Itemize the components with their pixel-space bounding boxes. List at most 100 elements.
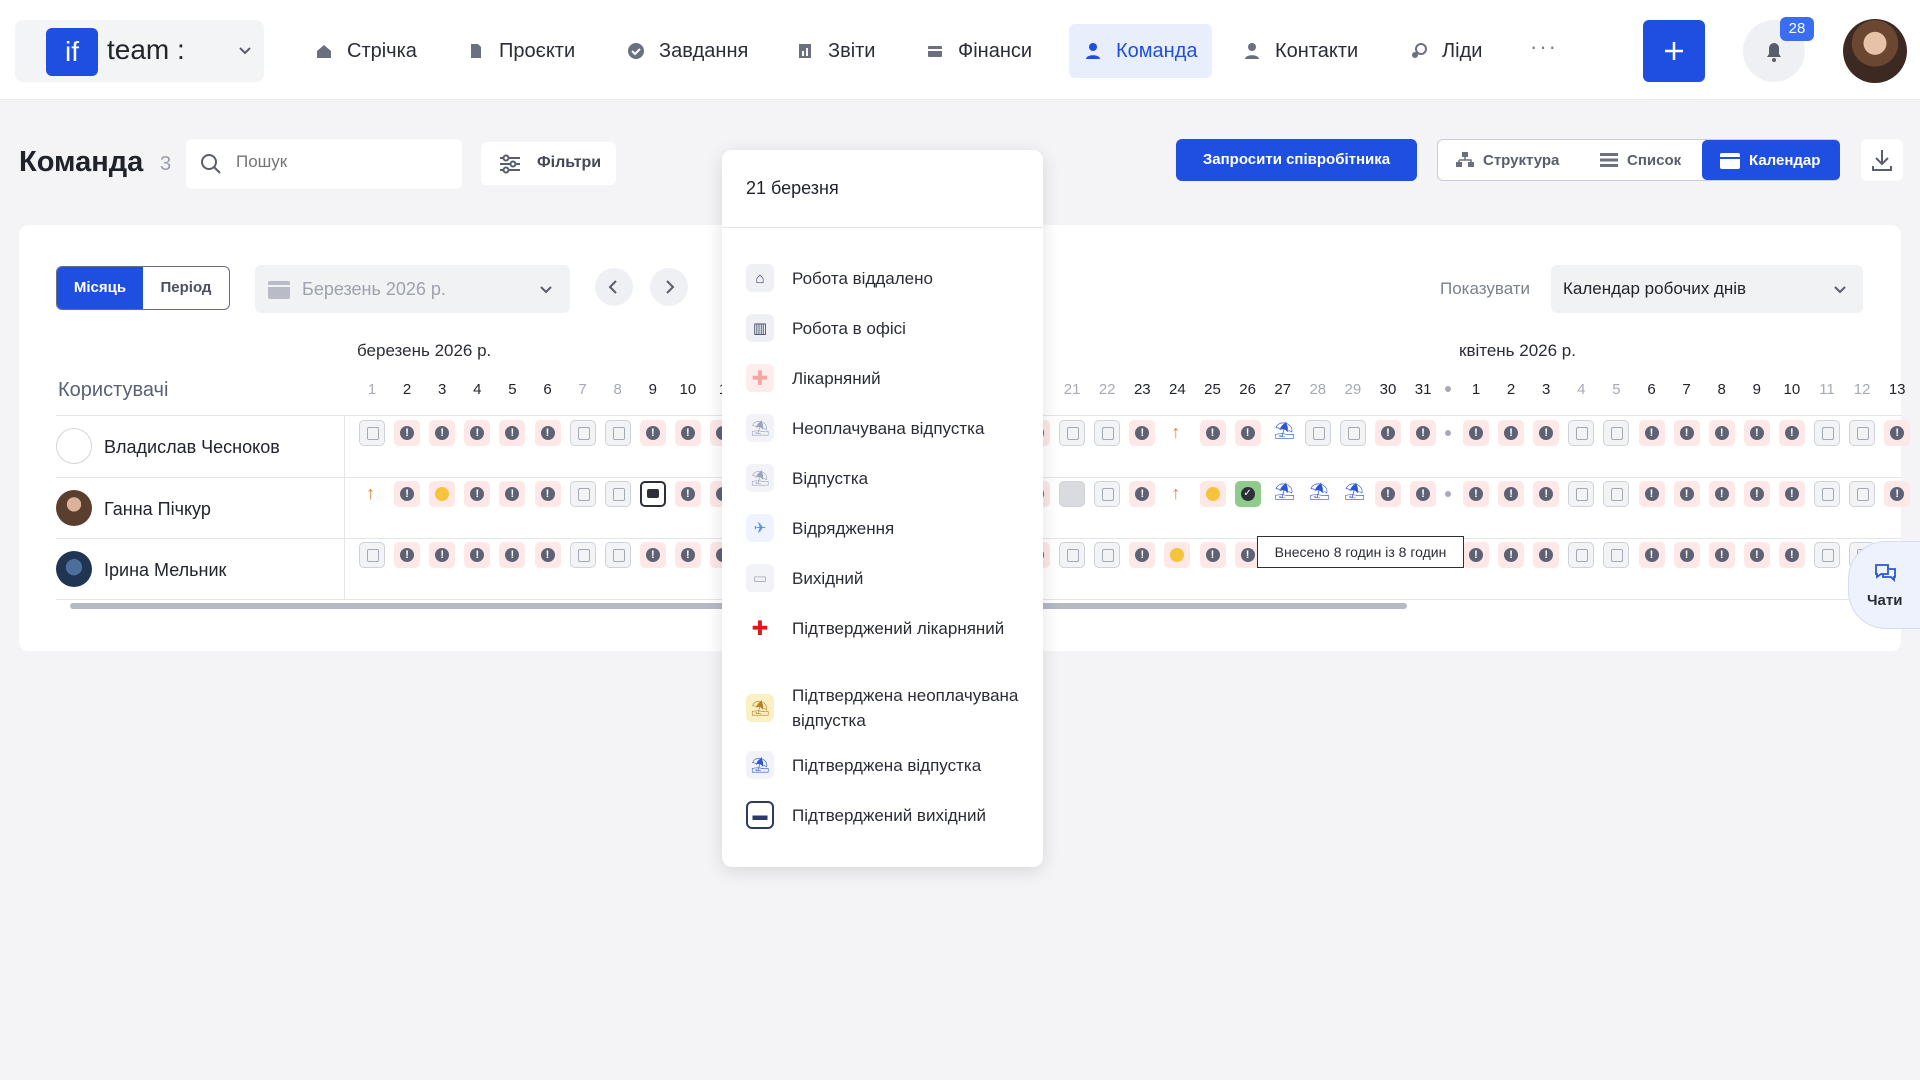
day-status-cell[interactable] (1129, 542, 1156, 568)
status-option-confirmed-day-off[interactable]: ▬ Підтверджений вихідний (746, 801, 1022, 829)
user-name[interactable]: Ірина Мельник (104, 560, 226, 581)
user-name[interactable]: Владислав Чесноков (104, 437, 280, 458)
day-status-cell[interactable] (394, 420, 421, 446)
day-status-cell[interactable] (639, 420, 666, 446)
day-status-cell[interactable] (674, 420, 701, 446)
day-status-cell[interactable] (1164, 542, 1191, 568)
day-status-cell[interactable] (1059, 481, 1086, 507)
day-status-cell[interactable] (604, 542, 631, 568)
day-status-cell[interactable] (1269, 420, 1296, 446)
day-status-cell[interactable] (429, 481, 456, 507)
day-status-cell[interactable] (429, 420, 456, 446)
day-status-cell[interactable] (1269, 481, 1296, 507)
status-option-confirmed-unpaid-leave[interactable]: ⛱ Підтверджена неоплачувана відпустка (746, 683, 1022, 733)
status-option-unpaid-leave[interactable]: ⛱ Неоплачувана відпустка (746, 414, 1022, 442)
day-status-cell[interactable] (1778, 481, 1805, 507)
day-status-cell[interactable] (499, 481, 526, 507)
day-status-cell[interactable] (1199, 542, 1226, 568)
day-status-cell[interactable] (1164, 420, 1190, 446)
day-status-cell[interactable] (1199, 420, 1226, 446)
day-status-cell[interactable] (1673, 420, 1700, 446)
day-status-cell[interactable] (1708, 542, 1735, 568)
day-status-cell[interactable] (1603, 420, 1630, 446)
day-status-cell[interactable] (1304, 420, 1331, 446)
day-status-cell[interactable] (1498, 420, 1525, 446)
status-option-vacation[interactable]: ⛱ Відпустка (746, 464, 1022, 492)
day-status-cell[interactable] (429, 542, 456, 568)
day-status-cell[interactable] (1673, 481, 1700, 507)
nav-projects[interactable]: Проєкти (452, 24, 590, 78)
day-status-cell[interactable] (1603, 542, 1630, 568)
day-status-cell[interactable] (394, 542, 421, 568)
day-status-cell[interactable] (464, 481, 491, 507)
status-option-sick[interactable]: ✚ Лікарняний (746, 364, 1022, 392)
day-status-cell[interactable] (359, 420, 385, 446)
day-status-cell[interactable] (1673, 542, 1700, 568)
user-name[interactable]: Ганна Пічкур (104, 499, 211, 520)
day-status-cell[interactable] (1743, 542, 1770, 568)
day-status-cell[interactable] (1603, 481, 1630, 507)
day-status-cell[interactable] (464, 542, 491, 568)
day-status-cell[interactable] (1199, 481, 1226, 507)
day-status-cell[interactable] (1638, 481, 1665, 507)
prev-month-button[interactable] (595, 268, 633, 306)
add-button[interactable] (1643, 20, 1705, 82)
day-status-cell[interactable] (1743, 481, 1770, 507)
day-status-cell[interactable] (1094, 420, 1121, 446)
day-status-cell[interactable] (569, 481, 596, 507)
day-status-cell[interactable] (1849, 481, 1876, 507)
status-option-office[interactable]: ▥ Робота в офісі (746, 314, 1022, 342)
day-status-cell[interactable] (1533, 420, 1560, 446)
day-status-cell[interactable] (499, 420, 526, 446)
status-option-remote[interactable]: ⌂ Робота віддалено (746, 264, 1022, 292)
day-status-cell[interactable] (604, 481, 631, 507)
download-button[interactable] (1861, 139, 1903, 181)
day-status-cell[interactable] (1498, 481, 1525, 507)
search-box[interactable] (186, 139, 462, 189)
day-status-cell[interactable] (1375, 420, 1401, 446)
nav-feed[interactable]: Стрічка (300, 24, 432, 78)
day-status-cell[interactable] (1708, 481, 1735, 507)
view-structure-button[interactable]: Структура (1456, 140, 1586, 180)
day-status-cell[interactable] (1568, 542, 1595, 568)
status-option-confirmed-vacation[interactable]: ⛱ Підтверджена відпустка (746, 751, 1022, 779)
day-status-cell[interactable] (1059, 420, 1086, 446)
day-status-cell[interactable] (394, 481, 421, 507)
day-status-cell[interactable] (534, 420, 561, 446)
day-status-cell[interactable] (359, 542, 385, 568)
day-status-cell[interactable] (534, 542, 561, 568)
day-status-cell[interactable] (1339, 481, 1366, 507)
day-status-cell[interactable] (639, 481, 666, 507)
view-calendar-button[interactable]: Календар (1702, 140, 1840, 180)
user-avatar[interactable] (56, 428, 92, 464)
day-status-cell[interactable] (674, 481, 701, 507)
day-status-cell[interactable] (1463, 420, 1489, 446)
day-status-cell[interactable] (1094, 481, 1121, 507)
nav-contacts[interactable]: Контакти (1228, 24, 1373, 78)
day-status-cell[interactable] (1059, 542, 1086, 568)
day-status-cell[interactable] (1708, 420, 1735, 446)
day-status-cell[interactable] (464, 420, 491, 446)
search-input[interactable] (236, 152, 446, 172)
day-status-cell[interactable] (1849, 420, 1876, 446)
day-status-cell[interactable] (1410, 481, 1437, 507)
mode-month-button[interactable]: Місяць (57, 267, 143, 309)
day-status-cell[interactable] (1568, 420, 1595, 446)
day-status-cell[interactable] (1814, 420, 1840, 446)
day-status-cell[interactable] (569, 542, 596, 568)
filters-button[interactable]: Фільтри (481, 142, 616, 185)
day-status-cell[interactable] (1814, 481, 1840, 507)
nav-finance[interactable]: Фінанси (911, 24, 1047, 78)
day-status-cell[interactable] (1638, 420, 1665, 446)
user-avatar[interactable] (56, 551, 92, 587)
view-list-button[interactable]: Список (1600, 140, 1705, 180)
day-status-cell[interactable] (1743, 420, 1770, 446)
nav-reports[interactable]: Звіти (781, 24, 890, 78)
day-status-cell[interactable] (1129, 481, 1156, 507)
day-status-cell[interactable] (1778, 542, 1805, 568)
profile-avatar[interactable] (1843, 19, 1907, 83)
day-status-cell[interactable] (569, 420, 596, 446)
day-status-cell[interactable] (1533, 481, 1560, 507)
day-status-cell[interactable] (1094, 542, 1121, 568)
day-status-cell[interactable] (1463, 481, 1489, 507)
